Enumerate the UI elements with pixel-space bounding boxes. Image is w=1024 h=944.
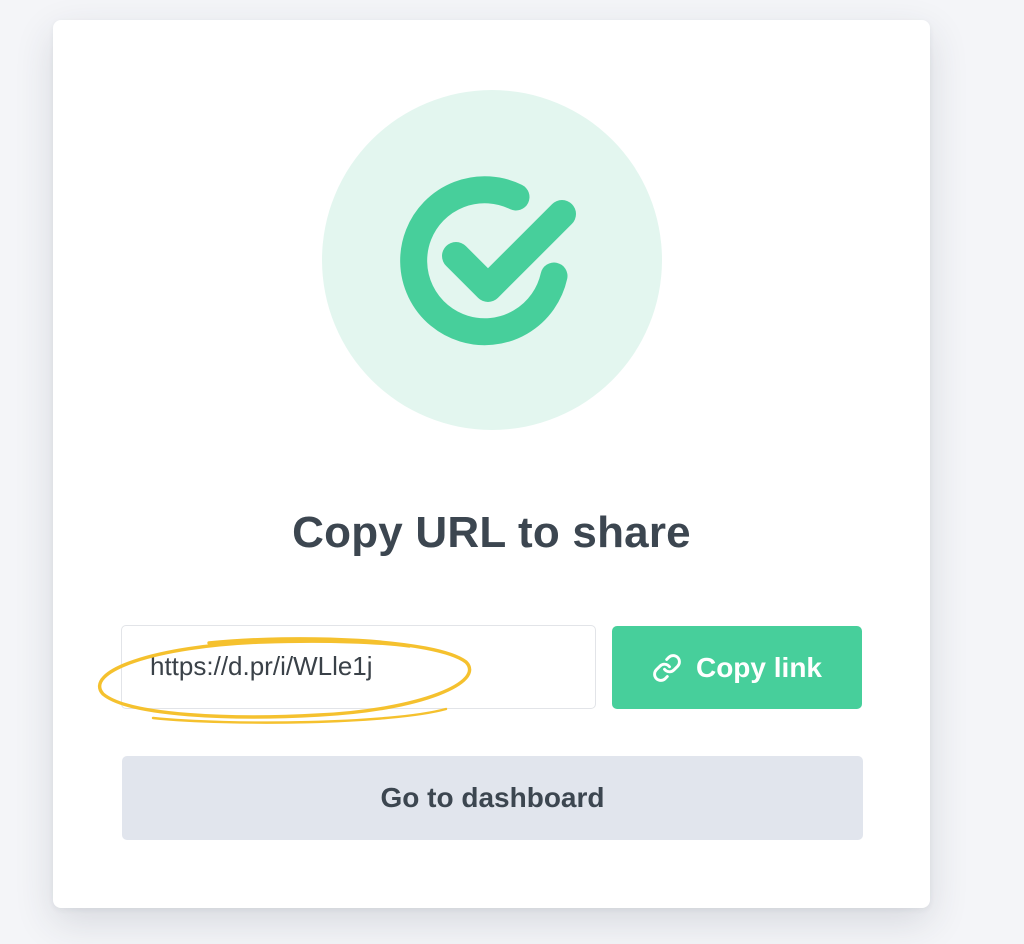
share-card: Copy URL to share https://d.pr/i/WLle1j … xyxy=(53,20,930,908)
go-to-dashboard-button[interactable]: Go to dashboard xyxy=(122,756,863,840)
share-url-value[interactable]: https://d.pr/i/WLle1j xyxy=(150,626,373,707)
copy-link-label: Copy link xyxy=(695,651,822,683)
dialog-title: Copy URL to share xyxy=(292,508,691,557)
copy-link-button[interactable]: Copy link xyxy=(612,626,862,709)
check-circle-icon xyxy=(400,176,576,346)
link-icon xyxy=(652,653,682,683)
share-url-field[interactable]: https://d.pr/i/WLle1j xyxy=(121,625,596,709)
success-badge xyxy=(322,90,662,430)
go-to-dashboard-label: Go to dashboard xyxy=(380,782,605,813)
